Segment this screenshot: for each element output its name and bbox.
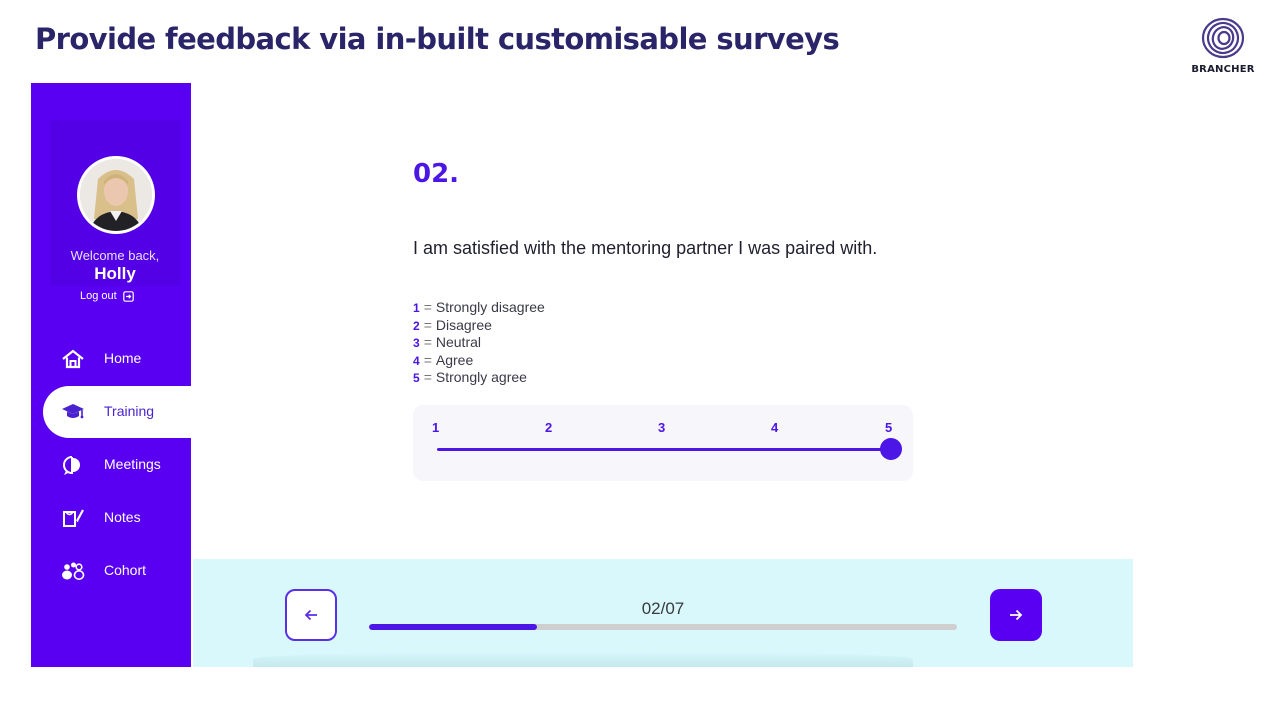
scale-legend: 1 = Strongly disagree 2 = Disagree 3 = Neutral…: [413, 299, 545, 387]
previous-question-button[interactable]: [285, 589, 337, 641]
legend-value: 4: [413, 353, 420, 368]
survey-footer: 02/07: [193, 559, 1133, 667]
slider-tick-label: 3: [658, 420, 666, 435]
sidebar-item-home[interactable]: Home: [31, 333, 191, 385]
chat-bubbles-icon: [63, 456, 80, 475]
legend-value: 5: [413, 371, 420, 386]
sidebar-item-label: Notes: [104, 509, 141, 525]
slider-track[interactable]: [437, 448, 892, 451]
sidebar-item-meetings[interactable]: Meetings: [31, 439, 191, 491]
brancher-logo: BRANCHER: [1188, 16, 1258, 75]
sidebar-item-cohort[interactable]: Cohort: [31, 545, 191, 597]
legend-label: Agree: [435, 351, 474, 368]
slider-tick-label: 1: [432, 420, 440, 435]
avatar: [77, 156, 155, 234]
sidebar-item-label: Training: [104, 403, 155, 419]
welcome-text: Welcome back,: [70, 248, 160, 263]
question-number: 02.: [413, 159, 460, 189]
progress-counter: 02/07: [641, 599, 685, 618]
legend-value: 1: [413, 301, 420, 315]
legend-separator: =: [423, 351, 432, 368]
legend-separator: =: [423, 316, 432, 333]
slider-handle[interactable]: [880, 438, 902, 460]
logout-link[interactable]: Log out: [80, 290, 134, 302]
progress-bar-fill: [369, 624, 538, 630]
legend-label: Disagree: [435, 316, 492, 333]
next-question-button[interactable]: [990, 589, 1042, 641]
arrow-right-icon: [1010, 609, 1023, 621]
graduation-cap-icon: [62, 404, 84, 419]
slider-tick-label: 2: [545, 420, 553, 435]
people-group-icon: [62, 562, 85, 580]
user-name: Holly: [94, 264, 136, 283]
sidebar-item-training[interactable]: Training: [43, 386, 191, 438]
legend-value: 2: [413, 318, 420, 333]
progress-bar: [369, 624, 957, 630]
sidebar-item-notes[interactable]: Notes: [31, 492, 191, 544]
legend-label: Strongly disagree: [435, 299, 545, 315]
legend-item: 5 = Strongly agree: [413, 369, 545, 387]
legend-item: 3 = Neutral: [413, 334, 545, 352]
legend-label: Neutral: [435, 334, 482, 351]
question-text: I am satisfied with the mentoring partne…: [413, 238, 878, 258]
app-window: Welcome back, Holly Log out Home Trainin…: [31, 83, 1133, 667]
legend-value: 3: [413, 336, 420, 351]
rating-slider[interactable]: 1 2 3 4 5: [413, 405, 913, 481]
legend-separator: =: [423, 334, 432, 351]
home-icon: [62, 349, 84, 369]
legend-separator: =: [423, 369, 432, 386]
sidebar-item-label: Meetings: [104, 456, 161, 472]
legend-item: 4 = Agree: [413, 352, 545, 370]
slide-title: Provide feedback via in-built customisab…: [35, 22, 840, 56]
notes-pencil-icon: [63, 509, 84, 527]
sidebar-item-label: Home: [104, 350, 142, 366]
slider-tick-label: 5: [885, 420, 893, 435]
logo-wordmark: BRANCHER: [1191, 64, 1255, 75]
logout-label: Log out: [80, 290, 117, 302]
logout-icon: [122, 290, 134, 302]
legend-item: 1 = Strongly disagree: [413, 299, 545, 317]
legend-separator: =: [423, 299, 432, 315]
brancher-logo-icon: [1201, 17, 1245, 59]
footer-shadow: [253, 651, 913, 667]
sidebar: Welcome back, Holly Log out Home Trainin…: [31, 83, 191, 667]
sidebar-item-label: Cohort: [104, 562, 147, 578]
legend-label: Strongly agree: [435, 369, 527, 386]
slider-tick-label: 4: [771, 420, 779, 435]
arrow-left-icon: [304, 609, 317, 621]
legend-item: 2 = Disagree: [413, 317, 545, 335]
